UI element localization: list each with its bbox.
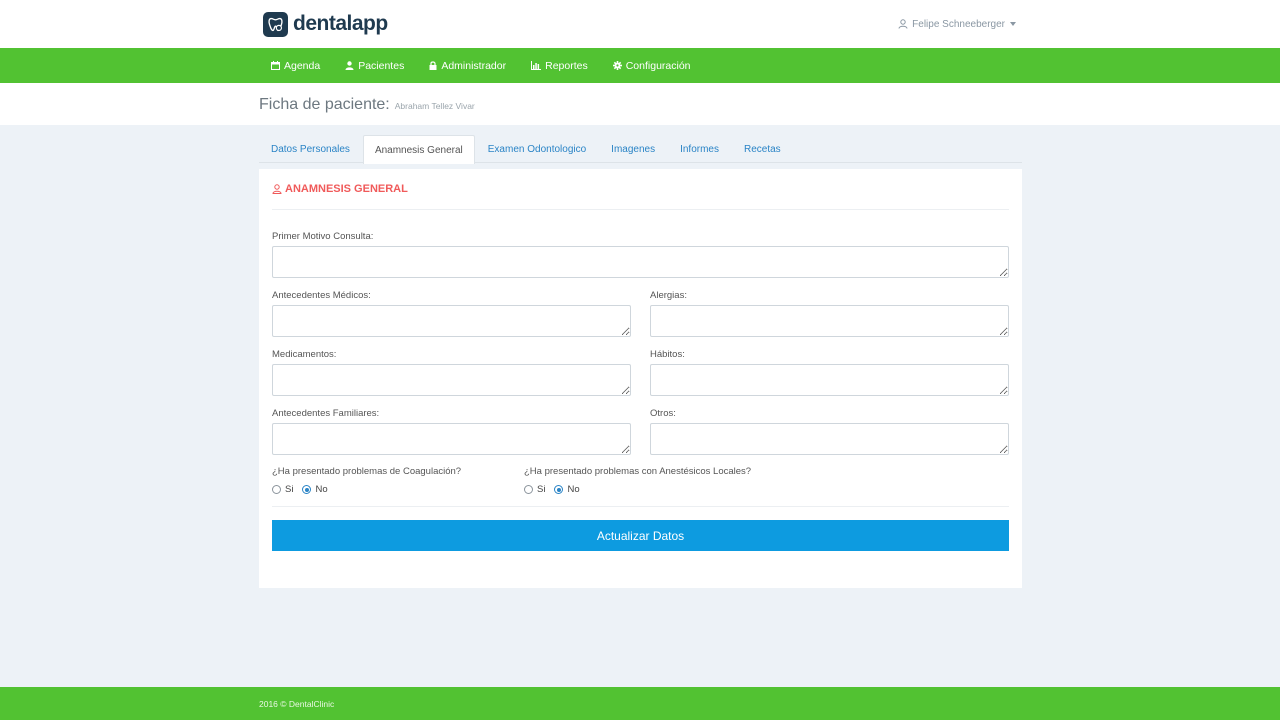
patient-name: Abraham Tellez Vivar xyxy=(394,101,475,111)
nav-item-label: Agenda xyxy=(284,59,321,72)
anamnesis-panel: ANAMNESIS GENERAL Primer Motivo Consulta… xyxy=(259,169,1022,588)
user-icon xyxy=(345,61,354,70)
nav-item-label: Configuración xyxy=(625,59,691,72)
tab-recetas[interactable]: Recetas xyxy=(732,135,793,163)
nav-item-administrador[interactable]: Administrador xyxy=(420,48,515,83)
anestesicos-radio-group: Si No xyxy=(524,484,589,495)
chevron-down-icon xyxy=(1010,22,1016,26)
calendar-icon xyxy=(271,61,280,70)
main-navbar: Agenda Pacientes Administrador Reportes … xyxy=(0,48,1280,83)
nav-item-label: Administrador xyxy=(441,59,507,72)
otros-field[interactable] xyxy=(650,423,1009,455)
nav-item-configuracion[interactable]: Configuración xyxy=(604,48,700,83)
page-title-text: Ficha de paciente: xyxy=(259,96,390,113)
section-title-text: ANAMNESIS GENERAL xyxy=(285,183,408,195)
logo[interactable]: dentalapp xyxy=(263,11,388,37)
anestesicos-radio-no[interactable] xyxy=(554,485,564,494)
antecedentes-familiares-label: Antecedentes Familiares: xyxy=(272,408,380,419)
tab-imagenes[interactable]: Imagenes xyxy=(599,135,667,163)
medicamentos-field[interactable] xyxy=(272,364,631,396)
coagulacion-radio-si[interactable] xyxy=(272,485,281,494)
footer: 2016 © DentalClinic xyxy=(0,687,1280,720)
gear-icon xyxy=(612,61,622,70)
nav-item-pacientes[interactable]: Pacientes xyxy=(336,48,413,83)
anestesicos-radio-si[interactable] xyxy=(524,485,533,494)
tab-datos-personales[interactable]: Datos Personales xyxy=(259,135,362,163)
user-icon xyxy=(272,184,282,194)
page-title: Ficha de paciente: Abraham Tellez Vivar xyxy=(259,96,475,114)
coagulacion-question: ¿Ha presentado problemas de Coagulación? xyxy=(272,466,462,477)
coagulacion-radio-group: Si No xyxy=(272,484,337,495)
radio-label: No xyxy=(567,484,580,495)
otros-label: Otros: xyxy=(650,408,676,419)
nav-item-label: Reportes xyxy=(545,59,588,72)
tab-examen-odontologico[interactable]: Examen Odontologico xyxy=(476,135,598,163)
actualizar-datos-button[interactable]: Actualizar Datos xyxy=(272,520,1009,551)
nav-item-label: Pacientes xyxy=(358,59,405,72)
antecedentes-medicos-field[interactable] xyxy=(272,305,631,337)
anestesicos-question: ¿Ha presentado problemas con Anestésicos… xyxy=(524,466,752,477)
primer-motivo-field[interactable] xyxy=(272,246,1009,278)
nav-item-reportes[interactable]: Reportes xyxy=(522,48,597,83)
medicamentos-label: Medicamentos: xyxy=(272,349,337,360)
divider xyxy=(272,506,1009,507)
bar-chart-icon xyxy=(531,61,542,70)
antecedentes-familiares-field[interactable] xyxy=(272,423,631,455)
radio-label: No xyxy=(315,484,328,495)
tab-anamnesis-general[interactable]: Anamnesis General xyxy=(362,135,475,164)
habitos-label: Hábitos: xyxy=(650,349,685,360)
patient-tabs: Datos Personales Anamnesis General Exame… xyxy=(259,135,1022,164)
top-bar: dentalapp Felipe Schneeberger xyxy=(0,0,1280,48)
alergias-label: Alergias: xyxy=(650,290,687,301)
tooth-logo-icon xyxy=(263,11,288,37)
page-header: Ficha de paciente: Abraham Tellez Vivar xyxy=(0,83,1280,125)
user-menu[interactable]: Felipe Schneeberger xyxy=(898,17,1016,31)
habitos-field[interactable] xyxy=(650,364,1009,396)
lock-icon xyxy=(429,61,437,70)
user-icon xyxy=(898,19,908,29)
footer-text: 2016 © DentalClinic xyxy=(259,699,335,709)
radio-label: Si xyxy=(537,484,546,495)
antecedentes-medicos-label: Antecedentes Médicos: xyxy=(272,290,371,301)
alergias-field[interactable] xyxy=(650,305,1009,337)
radio-label: Si xyxy=(285,484,294,495)
brand-name: dentalapp xyxy=(293,12,388,35)
primer-motivo-label: Primer Motivo Consulta: xyxy=(272,231,374,242)
nav-item-agenda[interactable]: Agenda xyxy=(262,48,329,83)
coagulacion-radio-no[interactable] xyxy=(302,485,312,494)
section-title: ANAMNESIS GENERAL xyxy=(272,183,408,195)
user-name: Felipe Schneeberger xyxy=(912,18,1005,30)
tab-informes[interactable]: Informes xyxy=(668,135,731,163)
divider xyxy=(272,209,1009,210)
